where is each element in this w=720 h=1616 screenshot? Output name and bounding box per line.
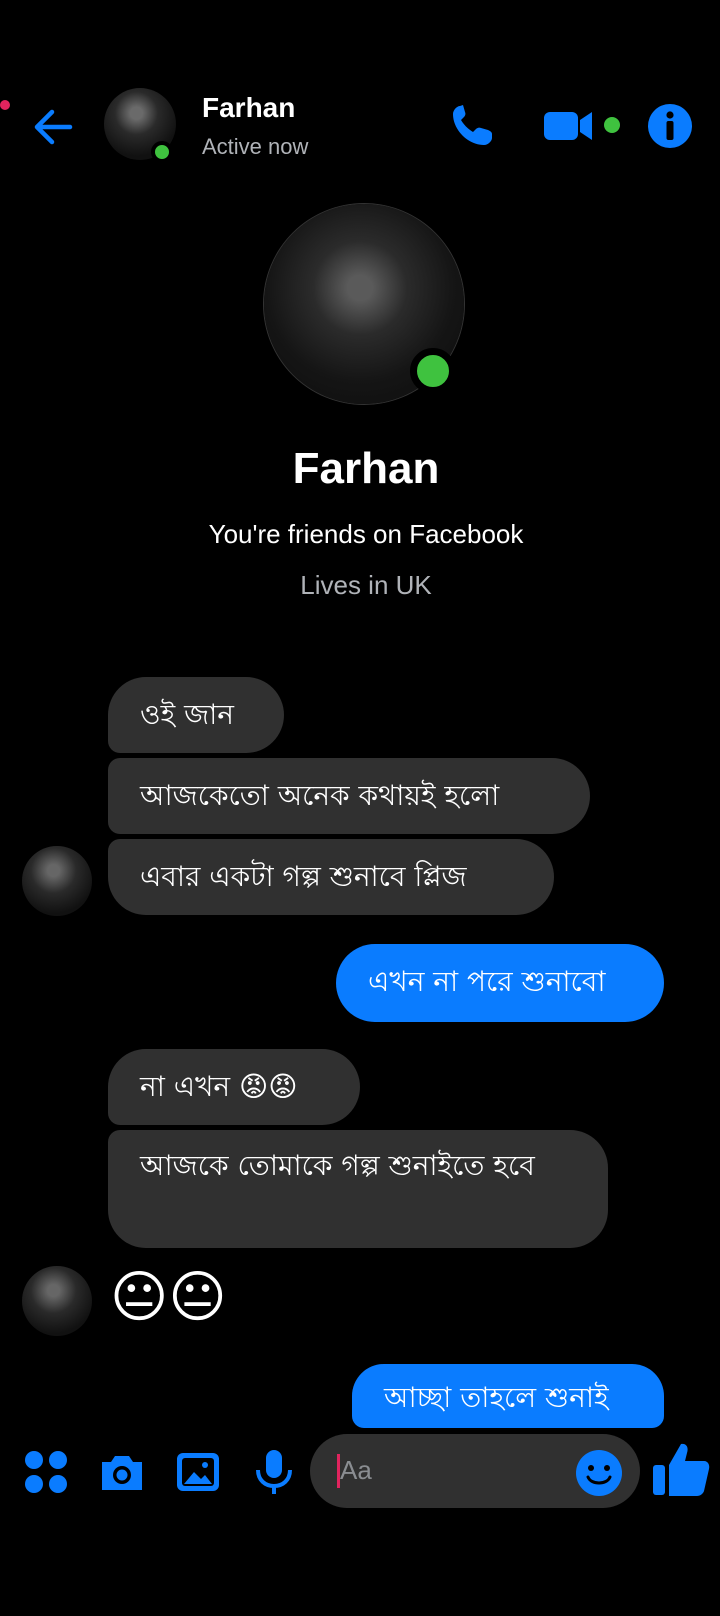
message-bubble-sent[interactable]: এখন না পরে শুনাবো bbox=[336, 944, 664, 1022]
phone-icon[interactable] bbox=[446, 100, 498, 152]
message-bubble-received[interactable]: ওই জান bbox=[108, 677, 284, 753]
message-bubble-received[interactable]: না এখন 😡😡 bbox=[108, 1049, 360, 1125]
message-input-placeholder: Aa bbox=[340, 1455, 372, 1485]
profile-online-dot bbox=[410, 348, 456, 394]
friends-status: You're friends on Facebook bbox=[208, 519, 524, 549]
video-active-dot bbox=[604, 117, 620, 133]
apps-grid-icon[interactable] bbox=[20, 1446, 72, 1498]
back-arrow-icon[interactable] bbox=[30, 104, 76, 150]
contact-name[interactable]: Farhan bbox=[202, 92, 295, 124]
microphone-icon[interactable] bbox=[248, 1446, 300, 1498]
location-info: Lives in UK bbox=[300, 570, 432, 600]
camera-icon[interactable] bbox=[96, 1446, 148, 1498]
gallery-icon[interactable] bbox=[172, 1446, 224, 1498]
online-status-dot bbox=[151, 141, 173, 163]
profile-name: Farhan bbox=[292, 444, 440, 493]
message-bubble-received[interactable]: আজকে তোমাকে গল্প শুনাইতে হবে bbox=[108, 1130, 608, 1248]
emoji-icon[interactable] bbox=[574, 1448, 624, 1498]
recording-indicator bbox=[0, 100, 10, 110]
video-camera-icon[interactable] bbox=[542, 100, 598, 152]
contact-status: Active now bbox=[202, 134, 309, 159]
message-bubble-sent[interactable]: আচ্ছা তাহলে শুনাই bbox=[352, 1364, 664, 1428]
info-icon[interactable] bbox=[644, 100, 696, 152]
message-bubble-received[interactable]: এবার একটা গল্প শুনাবে প্লিজ bbox=[108, 839, 554, 915]
thumbs-up-icon[interactable] bbox=[650, 1438, 712, 1500]
sender-avatar[interactable] bbox=[22, 1266, 92, 1336]
message-bubble-received[interactable]: আজকেতো অনেক কথায়ই হলো bbox=[108, 758, 590, 834]
emoji-message[interactable]: 😐😐 bbox=[110, 1268, 227, 1328]
sender-avatar[interactable] bbox=[22, 846, 92, 916]
